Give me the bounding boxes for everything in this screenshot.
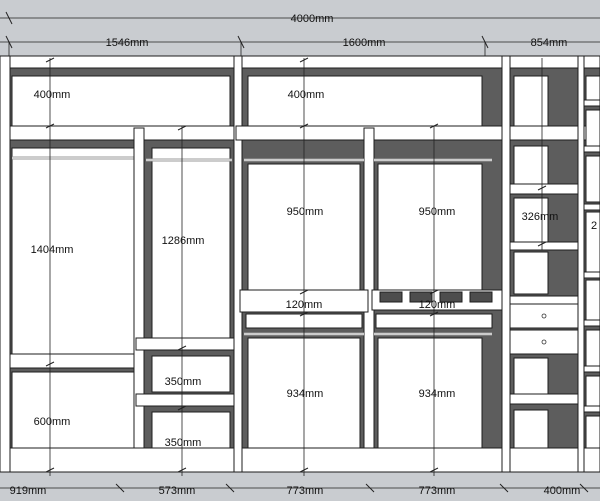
wardrobe-carcass: [0, 55, 600, 473]
wardrobe-diagram: 4000mm 1546mm 1600mm 854mm 400mm 400mm 1…: [0, 0, 600, 501]
top-shelf-left-label: 400mm: [34, 89, 71, 101]
section-width-right-label: 854mm: [531, 37, 568, 49]
section-width-middle-label: 1600mm: [343, 37, 386, 49]
small-shelf-2-label: 350mm: [165, 437, 202, 449]
partial-label: 2: [591, 220, 597, 232]
hanging-height-1-label: 1404mm: [31, 244, 74, 256]
bottom-left-height-label: 600mm: [34, 416, 71, 428]
bottom-width-2-label: 573mm: [159, 485, 196, 497]
small-shelf-1-label: 350mm: [165, 376, 202, 388]
lower-hanging-2-label: 934mm: [419, 388, 456, 400]
bottom-width-3-label: 773mm: [287, 485, 324, 497]
wardrobe-drawing: 4000mm 1546mm 1600mm 854mm 400mm 400mm 1…: [0, 11, 600, 497]
hanging-height-4-label: 950mm: [419, 206, 456, 218]
hanging-height-3-label: 950mm: [287, 206, 324, 218]
section-width-left-label: 1546mm: [106, 37, 149, 49]
lower-hanging-1-label: 934mm: [287, 388, 324, 400]
bottom-width-5-label: 400mm: [544, 485, 581, 497]
top-shelf-middle-label: 400mm: [288, 89, 325, 101]
hanging-height-2-label: 1286mm: [162, 235, 205, 247]
bottom-width-4-label: 773mm: [419, 485, 456, 497]
drawer-height-1-label: 120mm: [286, 299, 323, 311]
bottom-width-1-label: 919mm: [10, 485, 47, 497]
overall-width-label: 4000mm: [291, 13, 334, 25]
drawer-height-2-label: 120mm: [419, 299, 456, 311]
shelf-height-label: 326mm: [522, 211, 559, 223]
